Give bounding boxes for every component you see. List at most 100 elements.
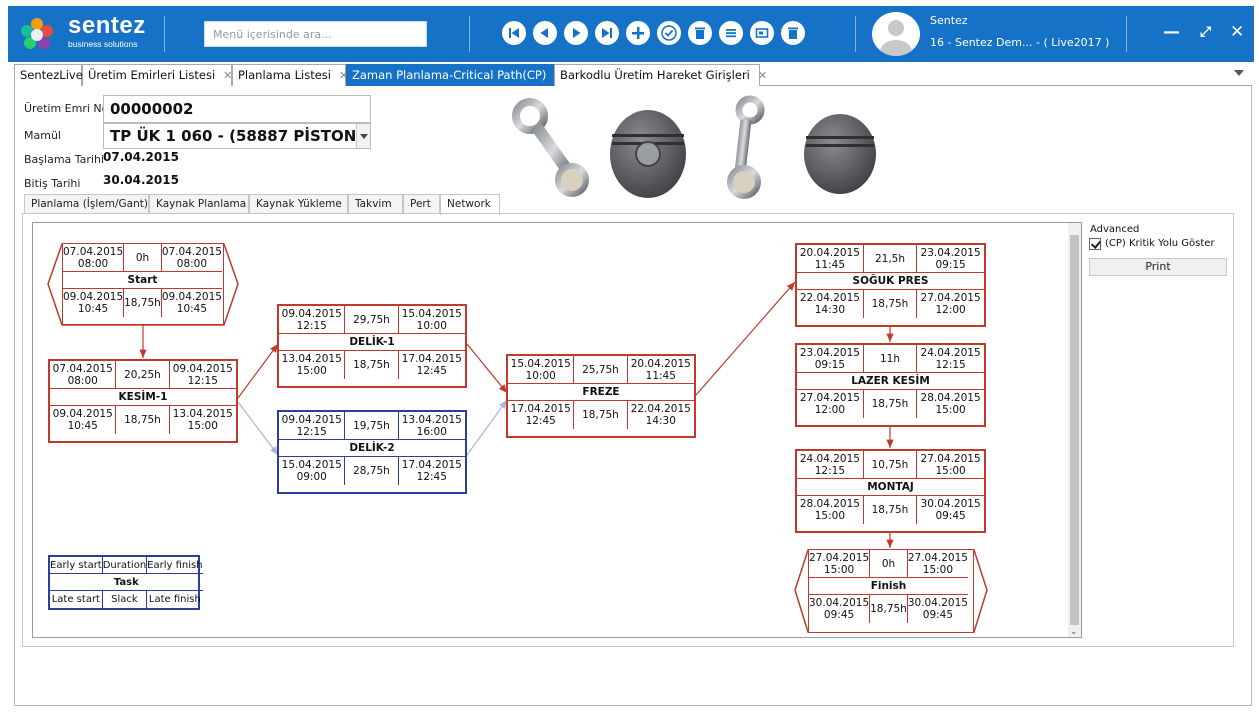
top-bar: sentez business solutions Sentez 16 - Se… bbox=[8, 6, 1254, 62]
tab-barkodlu-uretim[interactable]: Barkodlu Üretim Hareket Girişleri ✕ bbox=[554, 64, 767, 86]
search-input[interactable] bbox=[205, 22, 426, 46]
scroll-down-icon[interactable]: ⌄ bbox=[1070, 627, 1078, 637]
node-start[interactable]: 07.04.2015 08:00 0h 07.04.2015 08:00 Sta… bbox=[62, 243, 224, 325]
tab-list-dropdown-icon[interactable] bbox=[1234, 70, 1244, 76]
duration: 0h bbox=[124, 244, 162, 272]
tab-planlama-listesi[interactable]: Planlama Listesi ✕ bbox=[232, 64, 348, 86]
duration: 0h bbox=[870, 550, 908, 578]
avatar[interactable] bbox=[872, 12, 920, 56]
order-no-label: Üretim Emri No bbox=[24, 102, 109, 115]
print-button[interactable]: Print bbox=[1089, 258, 1227, 276]
tab-kaynak-yukleme[interactable]: Kaynak Yükleme bbox=[249, 194, 348, 214]
late-finish: 17.04.2015 12:45 bbox=[401, 459, 462, 483]
print-preview-icon[interactable] bbox=[750, 21, 774, 45]
early-finish: 27.04.2015 15:00 bbox=[917, 451, 984, 479]
duration: 21,5h bbox=[863, 245, 918, 273]
legend-early-start: Early start bbox=[50, 557, 103, 574]
order-no-field[interactable]: 00000002 bbox=[103, 95, 371, 123]
tab-sentezlive[interactable]: SentezLive bbox=[14, 64, 83, 86]
document-tabs: SentezLive Üretim Emirleri Listesi ✕ Plan… bbox=[14, 64, 1252, 86]
divider bbox=[469, 16, 470, 52]
approve-icon[interactable] bbox=[657, 21, 681, 45]
late-start: 27.04.2015 12:00 bbox=[797, 390, 864, 418]
node-kesim-1[interactable]: 07.04.2015 08:00 20,25h 09.04.2015 12:15… bbox=[48, 359, 238, 443]
tab-zaman-planlama[interactable]: Zaman Planlama-Critical Path(CP)✕ bbox=[346, 64, 564, 86]
tab-network[interactable]: Network bbox=[440, 194, 500, 215]
early-finish: 27.04.2015 15:00 bbox=[907, 550, 968, 578]
task-name: DELİK-2 bbox=[279, 440, 465, 457]
slack: 18,75h bbox=[345, 351, 399, 379]
late-start: 09.04.2015 10:45 bbox=[63, 289, 125, 317]
node-freze[interactable]: 15.04.2015 10:00 25,75h 20.04.2015 11:45… bbox=[506, 354, 696, 438]
duration: 20,25h bbox=[116, 361, 170, 389]
next-record-icon[interactable] bbox=[564, 21, 588, 45]
critical-path-label[interactable]: (CP) Kritik Yolu Göster bbox=[1105, 238, 1215, 249]
last-record-icon[interactable] bbox=[595, 21, 619, 45]
task-name: MONTAJ bbox=[797, 479, 984, 496]
close-tab-icon[interactable]: ✕ bbox=[758, 69, 767, 82]
tab-uretim-emirleri[interactable]: Üretim Emirleri Listesi ✕ bbox=[82, 64, 232, 86]
close-tab-icon[interactable]: ✕ bbox=[223, 69, 232, 82]
early-start: 23.04.2015 09:15 bbox=[797, 345, 864, 373]
delete-icon[interactable] bbox=[688, 21, 712, 45]
node-montaj[interactable]: 24.04.2015 12:15 10,75h 27.04.2015 15:00… bbox=[795, 449, 986, 533]
divider bbox=[1126, 16, 1127, 52]
early-finish: 13.04.2015 16:00 bbox=[398, 412, 465, 440]
duration: 11h bbox=[863, 345, 918, 373]
product-image bbox=[512, 95, 876, 199]
task-name: KESİM-1 bbox=[50, 389, 236, 406]
node-lazer-kesim[interactable]: 23.04.2015 09:15 11h 24.04.2015 12:15 LA… bbox=[795, 343, 986, 427]
slack: 28,75h bbox=[345, 457, 399, 485]
early-start: 07.04.2015 08:00 bbox=[50, 361, 117, 389]
node-delik-1[interactable]: 09.04.2015 12:15 29,75h 15.04.2015 10:00… bbox=[277, 304, 467, 388]
node-soguk-pres[interactable]: 20.04.2015 11:45 21,5h 23.04.2015 09:15 … bbox=[795, 243, 986, 327]
maximize-icon[interactable]: ⤢ bbox=[1200, 22, 1211, 42]
minimize-icon[interactable]: — bbox=[1163, 22, 1180, 42]
start-date-label: Başlama Tarihi bbox=[24, 153, 105, 166]
late-start: 28.04.2015 15:00 bbox=[797, 496, 864, 524]
tab-planlama-gant[interactable]: Planlama (İşlem/Gant) bbox=[24, 194, 149, 214]
late-start: 30.04.2015 09:45 bbox=[809, 595, 871, 623]
menu-search[interactable] bbox=[204, 21, 427, 47]
legend-late-start: Late start bbox=[50, 591, 103, 608]
tab-kaynak-planlama[interactable]: Kaynak Planlama bbox=[149, 194, 249, 214]
duration: 25,75h bbox=[574, 356, 628, 384]
node-finish[interactable]: 27.04.2015 15:00 0h 27.04.2015 15:00 Fin… bbox=[808, 549, 974, 633]
first-record-icon[interactable] bbox=[502, 21, 526, 45]
product-select[interactable]: TP ÜK 1 060 - (58887 PİSTON) bbox=[103, 123, 371, 149]
product-label: Mamül bbox=[24, 129, 61, 142]
task-name: DELİK-1 bbox=[279, 334, 465, 351]
early-start: 09.04.2015 12:15 bbox=[279, 306, 346, 334]
vertical-scrollbar[interactable] bbox=[1068, 223, 1081, 637]
early-finish: 23.04.2015 09:15 bbox=[917, 245, 984, 273]
end-date-value: 30.04.2015 bbox=[103, 173, 179, 187]
late-start: 22.04.2015 14:30 bbox=[797, 290, 864, 318]
close-icon[interactable]: ✕ bbox=[1230, 22, 1244, 42]
previous-record-icon[interactable] bbox=[533, 21, 557, 45]
list-icon[interactable] bbox=[719, 21, 743, 45]
brand-subtitle: business solutions bbox=[68, 39, 138, 49]
early-start: 20.04.2015 11:45 bbox=[797, 245, 864, 273]
duration: 10,75h bbox=[863, 451, 918, 479]
tab-pert[interactable]: Pert bbox=[403, 194, 440, 214]
brand-name: sentez bbox=[68, 12, 146, 39]
slack: 18,75h bbox=[116, 406, 170, 434]
add-icon[interactable] bbox=[626, 21, 650, 45]
tab-takvim[interactable]: Takvim bbox=[348, 194, 403, 214]
early-finish: 20.04.2015 11:45 bbox=[627, 356, 694, 384]
chevron-down-icon[interactable] bbox=[356, 124, 370, 148]
late-start: 13.04.2015 15:00 bbox=[279, 351, 346, 379]
early-finish: 09.04.2015 12:15 bbox=[169, 361, 236, 389]
early-start: 27.04.2015 15:00 bbox=[809, 550, 871, 578]
task-name: Start bbox=[63, 272, 222, 289]
task-name: FREZE bbox=[508, 384, 694, 401]
early-finish: 24.04.2015 12:15 bbox=[917, 345, 984, 373]
legend-task: Task bbox=[50, 574, 203, 591]
scrollbar-thumb[interactable] bbox=[1070, 235, 1079, 625]
trash-icon[interactable] bbox=[781, 21, 805, 45]
critical-path-checkbox[interactable] bbox=[1089, 238, 1101, 250]
slack: 18,75h bbox=[864, 496, 918, 524]
slack: 18,75h bbox=[864, 290, 918, 318]
duration: 19,75h bbox=[345, 412, 399, 440]
node-delik-2[interactable]: 09.04.2015 12:15 19,75h 13.04.2015 16:00… bbox=[277, 410, 467, 494]
